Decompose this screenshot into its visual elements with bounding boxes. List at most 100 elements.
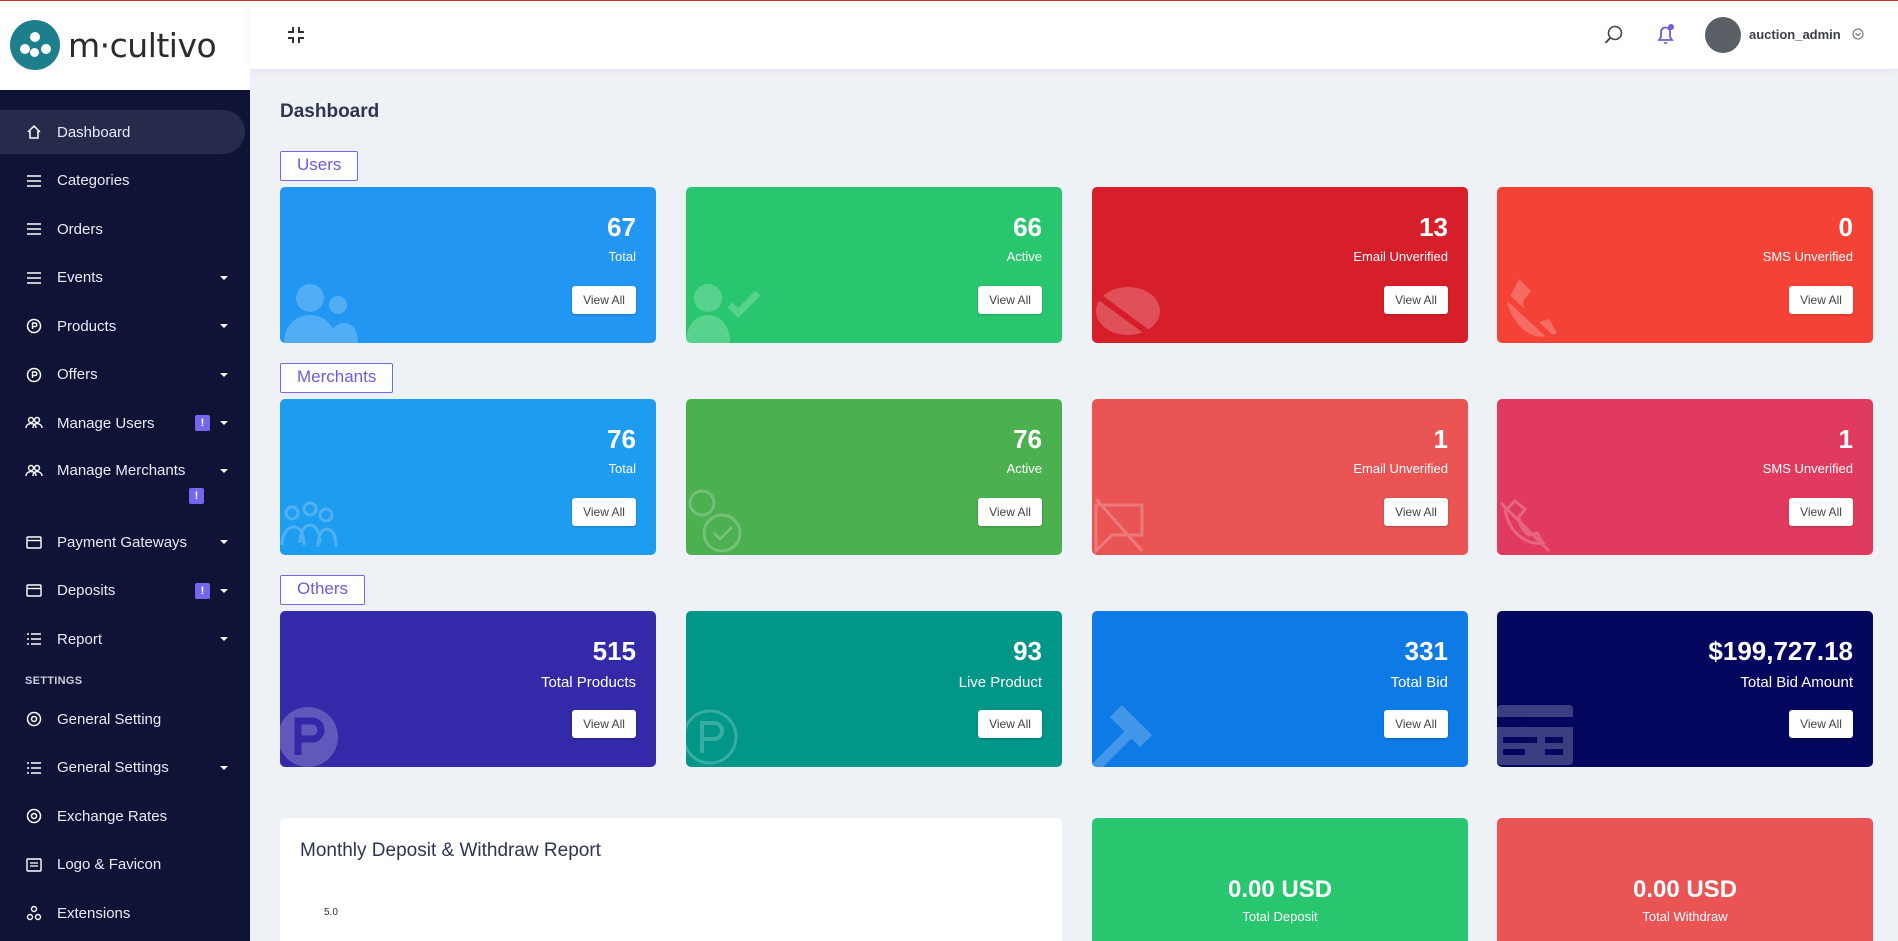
- merchants-icon: [25, 462, 43, 480]
- deposit-amount: 0.00 USD: [1227, 876, 1333, 903]
- view-all-button[interactable]: View All: [572, 710, 636, 738]
- chevron-down-icon: [220, 637, 228, 641]
- brand-logo-icon: [10, 20, 60, 70]
- bell-icon[interactable]: [1655, 23, 1677, 47]
- withdraw-label: Total Withdraw: [1642, 909, 1728, 924]
- section-label-merchants: Merchants: [280, 363, 394, 393]
- view-all-button[interactable]: View All: [978, 286, 1042, 314]
- image-icon: [25, 856, 43, 874]
- section-label-users: Users: [280, 151, 359, 181]
- chevron-down-icon: [220, 372, 228, 377]
- card-value: 13: [1419, 212, 1448, 242]
- view-all-button[interactable]: View All: [1384, 286, 1448, 314]
- sidebar-item-orders[interactable]: Orders: [0, 207, 250, 251]
- view-all-button[interactable]: View All: [1384, 498, 1448, 526]
- sidebar-item-label: Orders: [57, 220, 103, 238]
- card-value: 67: [607, 212, 636, 242]
- users-active-card: 66 Active View All: [686, 187, 1062, 343]
- alert-badge: !: [189, 487, 204, 504]
- chevron-down-icon: [220, 765, 228, 770]
- section-label-others: Others: [280, 575, 366, 605]
- list-icon: [25, 630, 43, 648]
- deposit-label: Total Deposit: [1242, 909, 1318, 924]
- search-icon[interactable]: [1603, 24, 1625, 46]
- chevron-down-icon: [220, 324, 228, 328]
- merchants-total-card: 76 Total View All: [280, 399, 656, 555]
- sidebar-item-extensions[interactable]: Extensions: [0, 891, 250, 935]
- total-bid-card: 331 Total Bid View All: [1092, 611, 1468, 767]
- sidebar-item-label: Offers: [57, 366, 98, 383]
- alert-badge: !: [195, 415, 210, 431]
- card-value: 1: [1433, 424, 1448, 454]
- sidebar-item-manage-merchants[interactable]: Manage Merchants !: [0, 450, 250, 516]
- card-label: SMS Unverified: [1762, 249, 1853, 264]
- user-check-icon: [686, 284, 761, 343]
- top-accent-line: [0, 0, 1898, 1]
- merchants-active-card: 76 Active View All: [686, 399, 1062, 555]
- sidebar-item-label: Extensions: [57, 904, 131, 922]
- view-all-button[interactable]: View All: [572, 498, 636, 526]
- report-title: Monthly Deposit & Withdraw Report: [300, 840, 601, 861]
- card-value: 76: [607, 424, 636, 454]
- view-all-button[interactable]: View All: [978, 710, 1042, 738]
- username[interactable]: auction_admin: [1749, 27, 1841, 42]
- card-label: Total: [608, 249, 636, 264]
- top-header: auction_admin: [250, 1, 1898, 69]
- comment-slash-icon: [1092, 287, 1164, 343]
- sidebar-item-payment-gateways[interactable]: Payment Gateways: [0, 520, 250, 564]
- collapse-icon[interactable]: [286, 25, 306, 45]
- sidebar-item-dashboard[interactable]: Dashboard: [0, 110, 245, 154]
- sidebar-item-offers[interactable]: Offers: [0, 353, 250, 397]
- sidebar-item-label: Payment Gateways: [57, 533, 188, 551]
- sidebar-item-logo-favicon[interactable]: Logo & Favicon: [0, 843, 250, 887]
- chevron-down-icon: [220, 468, 228, 473]
- brand-name: m·cultivo: [68, 25, 217, 65]
- sidebar-item-label: Exchange Rates: [57, 807, 168, 825]
- sidebar-item-categories[interactable]: Categories: [0, 159, 250, 203]
- sidebar-item-label: Deposits: [57, 582, 116, 599]
- phone-slash-icon: [1499, 498, 1551, 553]
- view-all-button[interactable]: View All: [1384, 710, 1448, 738]
- card-label: Email Unverified: [1353, 249, 1448, 264]
- sidebar: m·cultivo Dashboard Categories Orders Ev…: [0, 0, 250, 941]
- sidebar-item-label: Manage Merchants: [57, 461, 186, 479]
- card-value: 76: [1013, 424, 1042, 454]
- sidebar-item-label: Manage Users: [57, 414, 155, 432]
- sidebar-item-events[interactable]: Events: [0, 256, 250, 300]
- sidebar-item-manage-users[interactable]: Manage Users !: [0, 401, 250, 445]
- sidebar-item-general-setting[interactable]: General Setting: [0, 697, 250, 741]
- sidebar-item-deposits[interactable]: Deposits !: [0, 569, 250, 613]
- total-bid-amount-card: $199,727.18 Total Bid Amount View All: [1497, 611, 1873, 767]
- card-label: Total Products: [540, 674, 636, 691]
- sidebar-item-exchange-rates[interactable]: Exchange Rates: [0, 794, 250, 838]
- users-email-unverified-card: 13 Email Unverified View All: [1092, 187, 1468, 343]
- phone-slash-icon: [1498, 279, 1560, 343]
- y-axis-tick: 5.0: [324, 907, 338, 918]
- sidebar-item-label: Dashboard: [57, 123, 131, 141]
- users-icon: [284, 284, 358, 343]
- sidebar-item-label: General Settings: [57, 759, 169, 776]
- chevron-down-icon: [220, 275, 228, 280]
- sidebar-item-products[interactable]: Products: [0, 304, 250, 348]
- chevron-down-icon: [220, 421, 228, 425]
- view-all-button[interactable]: View All: [1789, 710, 1853, 738]
- credit-card-icon: [1497, 705, 1573, 765]
- exchange-icon: [25, 807, 43, 825]
- card-label: Total Bid: [1390, 674, 1448, 691]
- avatar[interactable]: [1705, 17, 1741, 53]
- menu-icon: [25, 269, 43, 287]
- card-label: Live Product: [958, 674, 1042, 691]
- sidebar-item-general-settings[interactable]: General Settings: [0, 746, 250, 790]
- product-p-icon: [280, 707, 338, 767]
- view-all-button[interactable]: View All: [1789, 498, 1853, 526]
- view-all-button[interactable]: View All: [1789, 286, 1853, 314]
- menu-icon: [25, 172, 43, 190]
- sidebar-item-report[interactable]: Report: [0, 617, 250, 661]
- logo[interactable]: m·cultivo: [0, 0, 250, 90]
- view-all-button[interactable]: View All: [572, 286, 636, 314]
- card-value: $199,727.18: [1708, 636, 1853, 666]
- chevron-down-icon[interactable]: [1852, 28, 1864, 40]
- card-value: 515: [592, 636, 636, 666]
- alert-badge: !: [195, 582, 210, 599]
- view-all-button[interactable]: View All: [978, 498, 1042, 526]
